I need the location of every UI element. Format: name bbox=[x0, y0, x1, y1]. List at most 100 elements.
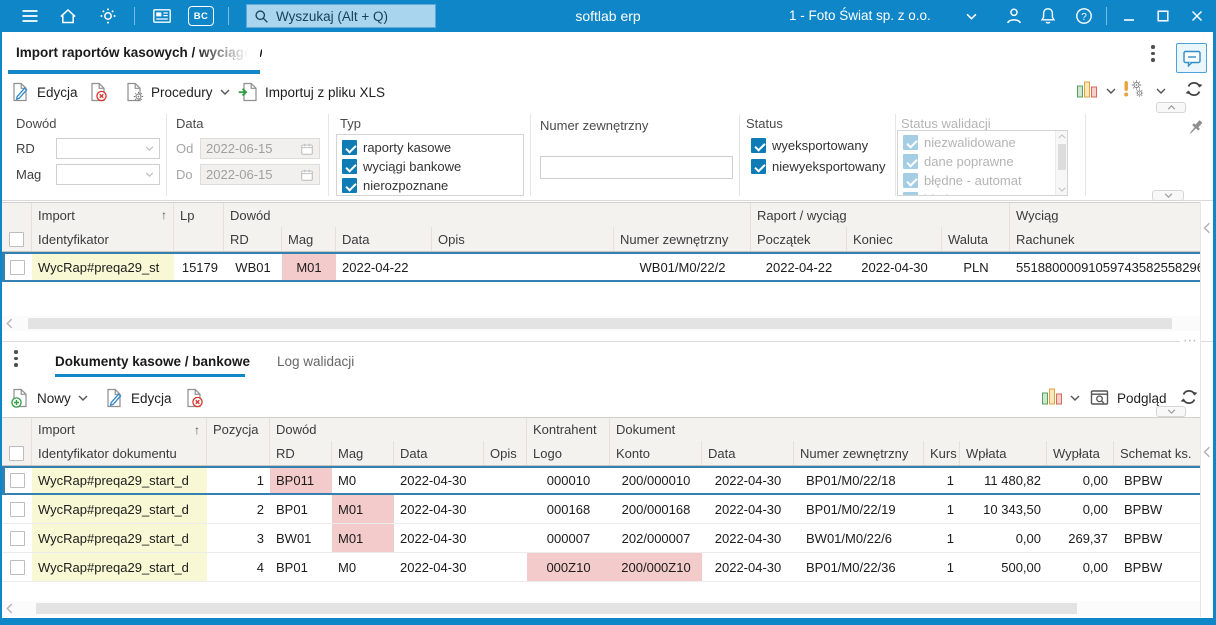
row-checkbox[interactable] bbox=[9, 530, 25, 546]
minimize-icon[interactable] bbox=[1122, 9, 1136, 23]
grid2-header-kurs[interactable]: Kurs bbox=[924, 441, 960, 465]
grid2-row-selected[interactable]: WycRap#preqa29_start_d 1 BP011 M0 2022-0… bbox=[2, 466, 1200, 495]
sort-asc-icon[interactable]: ↑ bbox=[161, 208, 167, 222]
news-icon[interactable] bbox=[152, 6, 172, 26]
scrollbar-thumb[interactable] bbox=[28, 318, 1172, 329]
splitter-handle[interactable]: ⋯ bbox=[1180, 333, 1200, 347]
filter-option-wyeksportowany[interactable]: wyeksportowany bbox=[746, 136, 868, 155]
grid1-header-lp[interactable]: Lp bbox=[174, 203, 224, 227]
close-icon[interactable] bbox=[1190, 9, 1204, 23]
grid2-header-numer-zewnetrzny[interactable]: Numer zewnętrzny bbox=[794, 441, 924, 465]
sort-asc-icon[interactable]: ↑ bbox=[194, 423, 200, 437]
checkbox-checked[interactable] bbox=[751, 138, 766, 153]
row-checkbox[interactable] bbox=[9, 473, 25, 488]
numer-zewnetrzny-input[interactable] bbox=[541, 157, 732, 178]
grid1-header-mag[interactable]: Mag bbox=[282, 227, 336, 251]
grid1-header-data[interactable]: Data bbox=[336, 227, 432, 251]
tab-log-walidacji[interactable]: Log walidacji bbox=[277, 349, 354, 375]
refresh-icon[interactable] bbox=[1184, 79, 1204, 99]
filter-option-nierozpoznane[interactable]: nierozpoznane bbox=[337, 176, 523, 195]
checkbox-checked[interactable] bbox=[342, 178, 357, 193]
global-search[interactable] bbox=[246, 4, 436, 28]
chat-button[interactable] bbox=[1176, 43, 1207, 73]
validation-gears-icon[interactable] bbox=[1122, 79, 1144, 99]
delete-button[interactable] bbox=[88, 80, 108, 104]
grid2-header-wyplata[interactable]: Wypłata bbox=[1047, 441, 1114, 465]
checkbox-checked[interactable] bbox=[751, 159, 766, 174]
filter-rd-combobox[interactable] bbox=[56, 138, 160, 159]
select-all-checkbox[interactable] bbox=[9, 445, 24, 461]
grid2-header-identyfikator[interactable]: Identyfikator dokumentu bbox=[32, 441, 207, 465]
tab-dokumenty-kasowe-bankowe[interactable]: Dokumenty kasowe / bankowe bbox=[55, 349, 250, 375]
grid1-header-numer-zewnetrzny[interactable]: Numer zewnętrzny bbox=[614, 227, 751, 251]
edit-button[interactable]: Edycja bbox=[10, 80, 78, 104]
filter-option-wyciagi-bankowe[interactable]: wyciągi bankowe bbox=[337, 157, 523, 176]
company-selector[interactable]: 1 - Foto Świat sp. z o.o. bbox=[789, 0, 931, 32]
chevron-down-icon[interactable] bbox=[1106, 88, 1116, 94]
row-checkbox[interactable] bbox=[9, 559, 25, 575]
grid1-row-selected[interactable]: WycRap#preqa29_st 15179 WB01 M01 2022-04… bbox=[2, 252, 1200, 282]
idea-dashboard-icon[interactable] bbox=[98, 6, 118, 26]
grid2-header-mag[interactable]: Mag bbox=[332, 441, 394, 465]
grid2-header-rd[interactable]: RD bbox=[270, 441, 332, 465]
grid1-header-rachunek[interactable]: Rachunek bbox=[1010, 227, 1200, 251]
grid2-header-data-dok[interactable]: Data bbox=[702, 441, 794, 465]
maximize-icon[interactable] bbox=[1156, 9, 1170, 23]
chart-icon[interactable] bbox=[1041, 386, 1063, 406]
scrollbar-vertical[interactable] bbox=[1055, 131, 1067, 195]
side-panel-expand-icon[interactable] bbox=[1203, 222, 1211, 234]
home-icon[interactable] bbox=[58, 6, 78, 26]
filter-date-from-field[interactable]: 2022-06-15 bbox=[200, 138, 320, 159]
row-checkbox[interactable] bbox=[9, 259, 25, 275]
chevron-down-icon[interactable] bbox=[966, 13, 977, 20]
scroll-down-icon[interactable] bbox=[1058, 187, 1066, 192]
edit-button[interactable]: Edycja bbox=[104, 386, 172, 410]
help-icon[interactable] bbox=[1074, 6, 1094, 26]
grid2-header-wplata[interactable]: Wpłata bbox=[960, 441, 1047, 465]
grid2-header-data[interactable]: Data bbox=[394, 441, 484, 465]
filter-numer-zewnetrzny-field[interactable] bbox=[540, 156, 733, 179]
grid1-header-opis[interactable]: Opis bbox=[432, 227, 614, 251]
filter-option-niewyeksportowany[interactable]: niewyeksportowany bbox=[746, 157, 885, 176]
grid2-header-import[interactable]: Import ↑ bbox=[32, 418, 207, 441]
grid1-header-rd[interactable]: RD bbox=[224, 227, 282, 251]
grid1-header-koniec[interactable]: Koniec bbox=[847, 227, 942, 251]
grid1-header-import[interactable]: Import ↑ bbox=[32, 203, 174, 227]
filter-option-raporty-kasowe[interactable]: raporty kasowe bbox=[337, 138, 523, 157]
filter-date-to-field[interactable]: 2022-06-15 bbox=[200, 164, 320, 185]
detail-options-kebab[interactable] bbox=[14, 350, 18, 367]
grid1-header-identyfikator[interactable]: Identyfikator bbox=[32, 227, 174, 251]
scrollbar-thumb[interactable] bbox=[1058, 144, 1066, 170]
search-input[interactable] bbox=[276, 8, 428, 24]
checkbox-checked[interactable] bbox=[342, 159, 357, 174]
bc-module-button[interactable]: BC bbox=[188, 6, 214, 26]
grid1-header-waluta[interactable]: Waluta bbox=[942, 227, 1010, 251]
checkbox-checked[interactable] bbox=[342, 140, 357, 155]
grid2-row[interactable]: WycRap#preqa29_start_d 3 BW01 M01 2022-0… bbox=[2, 524, 1200, 553]
menu-icon[interactable] bbox=[20, 6, 40, 26]
grid1-header-poczatek[interactable]: Początek bbox=[751, 227, 847, 251]
grid2-header-schemat[interactable]: Schemat ks. bbox=[1114, 441, 1200, 465]
delete-button[interactable] bbox=[184, 386, 204, 410]
scroll-left-icon[interactable] bbox=[6, 318, 13, 329]
filter-panel-collapse-top-button[interactable] bbox=[1156, 102, 1186, 113]
filter-mag-combobox[interactable] bbox=[56, 164, 160, 185]
scrollbar-thumb[interactable] bbox=[36, 603, 1077, 614]
filter-panel-collapse-bottom-button[interactable] bbox=[1152, 190, 1184, 201]
select-all-checkbox[interactable] bbox=[9, 231, 24, 247]
chevron-down-icon[interactable] bbox=[1156, 88, 1166, 94]
grid2-header-konto[interactable]: Konto bbox=[610, 441, 702, 465]
side-panel-expand-icon[interactable] bbox=[1203, 446, 1211, 458]
preview-button[interactable]: Podgląd bbox=[1090, 386, 1167, 410]
window-options-kebab[interactable] bbox=[1151, 45, 1155, 62]
import-xls-button[interactable]: Importuj z pliku XLS bbox=[238, 80, 385, 104]
refresh-icon[interactable] bbox=[1179, 387, 1199, 407]
row-checkbox[interactable] bbox=[9, 501, 25, 517]
scroll-left-icon[interactable] bbox=[6, 603, 13, 614]
grid2-horizontal-scrollbar[interactable] bbox=[2, 601, 1200, 616]
user-icon[interactable] bbox=[1004, 6, 1024, 26]
chevron-down-icon[interactable] bbox=[1070, 395, 1080, 401]
grid2-header-opis[interactable]: Opis bbox=[484, 441, 527, 465]
notifications-bell-icon[interactable] bbox=[1038, 6, 1058, 26]
detail-panel-collapse-button[interactable] bbox=[1156, 406, 1186, 417]
